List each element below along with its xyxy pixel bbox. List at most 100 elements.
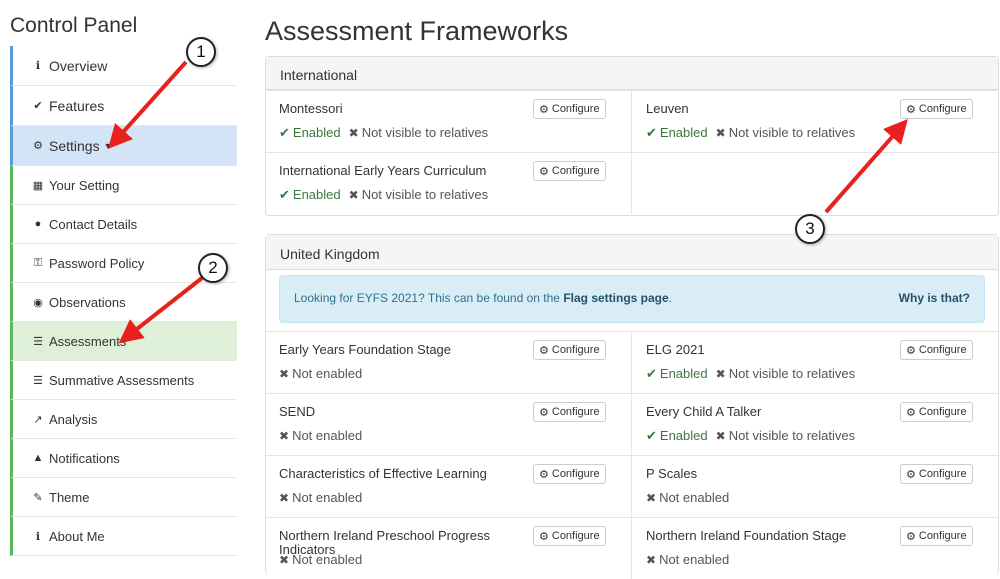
gear-icon: ⚙ (33, 140, 43, 152)
sidebar-item-your-setting[interactable]: ▦ Your Setting (10, 166, 237, 205)
not-visible-status: ✖ Not visible to relatives (715, 366, 856, 381)
framework-send: SEND ⚙ Configure ✖ Not enabled (266, 394, 632, 455)
not-visible-status: ✖ Not visible to relatives (715, 125, 856, 140)
sidebar-item-analysis[interactable]: ↗ Analysis (10, 400, 237, 439)
caret-down-icon: ▼ (103, 140, 113, 151)
check-icon: ✔ (646, 428, 657, 443)
sidebar-item-features[interactable]: ✔ Features (10, 86, 237, 126)
empty-cell (632, 153, 998, 214)
cross-icon: ✖ (348, 126, 359, 140)
framework-name: Characteristics of Effective Learning (279, 466, 487, 481)
check-icon: ✔ (33, 100, 43, 112)
framework-row: SEND ⚙ Configure ✖ Not enabled Every Child A… (266, 393, 998, 455)
configure-button[interactable]: ⚙ Configure (900, 402, 973, 422)
key-icon: ⚿ (33, 256, 43, 269)
list-icon: ☰ (33, 374, 43, 387)
framework-p-scales: P Scales ⚙ Configure ✖ Not enabled (632, 456, 998, 517)
gear-icon: ⚙ (906, 103, 916, 116)
framework-name: Early Years Foundation Stage (279, 342, 452, 357)
brush-icon: ✎ (33, 491, 43, 504)
cross-icon: ✖ (715, 126, 726, 140)
sidebar-item-summative-assessments[interactable]: ☰ Summative Assessments (10, 361, 237, 400)
not-enabled-status: ✖ Not enabled (279, 552, 363, 567)
list-icon: ☰ (33, 335, 43, 348)
framework-montessori: Montessori ⚙ Configure ✔ Enabled ✖ Not visible… (266, 91, 632, 152)
flag-settings-link[interactable]: Flag settings page (563, 291, 668, 305)
info-icon: ℹ (35, 60, 41, 72)
gear-icon: ⚙ (906, 530, 916, 543)
control-panel-title: Control Panel (10, 14, 138, 37)
sidebar-item-settings[interactable]: ⚙ Settings ▼ (10, 126, 237, 166)
enabled-status: ✔ Enabled (279, 187, 341, 202)
framework-northern-ireland-preschool-progress-indicators: Northern Ireland Preschool Progress Indi… (266, 518, 632, 579)
eyfs-info-alert: Looking for EYFS 2021? This can be found… (279, 275, 985, 323)
speech-bubble-icon: ● (34, 218, 42, 230)
framework-early-years-foundation-stage: Early Years Foundation Stage ⚙ Configure ✖ N… (266, 332, 632, 393)
sidebar-item-assessments[interactable]: ☰ Assessments (10, 322, 237, 361)
configure-button[interactable]: ⚙ Configure (900, 464, 973, 484)
framework-row: International Early Years Curriculum ⚙ Con… (266, 152, 998, 214)
gear-icon: ⚙ (539, 406, 549, 419)
not-enabled-status: ✖ Not enabled (279, 490, 363, 505)
page-title: Assessment Frameworks (265, 16, 569, 46)
framework-status: ✔ Enabled ✖ Not visible to relatives (279, 125, 488, 141)
annotation-badge-1: 1 (186, 37, 216, 67)
eye-icon: ◉ (33, 296, 43, 309)
sidebar-item-observations[interactable]: ◉ Observations (10, 283, 237, 322)
framework-leuven: Leuven ⚙ Configure ✔ Enabled ✖ Not visible to … (632, 91, 998, 152)
framework-name: ELG 2021 (646, 342, 705, 357)
cross-icon: ✖ (715, 429, 726, 443)
annotation-badge-2: 2 (198, 253, 228, 283)
sidebar-item-theme[interactable]: ✎ Theme (10, 478, 237, 517)
annotation-badge-3: 3 (795, 214, 825, 244)
check-icon: ✔ (646, 125, 657, 140)
framework-international-early-years-curriculum: International Early Years Curriculum ⚙ Con… (266, 153, 632, 214)
not-enabled-status: ✖ Not enabled (279, 366, 363, 381)
international-panel: International Montessori ⚙ Configure ✔ Enabl… (265, 56, 999, 216)
framework-characteristics-of-effective-learning: Characteristics of Effective Learning ⚙ Co… (266, 456, 632, 517)
configure-button[interactable]: ⚙ Configure (533, 340, 606, 360)
configure-button[interactable]: ⚙ Configure (900, 526, 973, 546)
framework-name: Every Child A Talker (646, 404, 762, 419)
enabled-status: ✔ Enabled (646, 125, 708, 140)
united-kingdom-panel: United Kingdom Looking for EYFS 2021? Th… (265, 234, 999, 579)
gear-icon: ⚙ (906, 468, 916, 481)
framework-status: ✔ Enabled ✖ Not visible to relatives (646, 428, 855, 444)
enabled-status: ✔ Enabled (646, 428, 708, 443)
check-icon: ✔ (279, 125, 290, 140)
not-enabled-status: ✖ Not enabled (646, 552, 730, 567)
configure-button[interactable]: ⚙ Configure (533, 161, 606, 181)
bell-icon: ▲ (32, 452, 44, 464)
gear-icon: ⚙ (539, 165, 549, 178)
framework-status: ✔ Enabled ✖ Not visible to relatives (646, 125, 855, 141)
gear-icon: ⚙ (539, 103, 549, 116)
why-is-that-link[interactable]: Why is that? (899, 291, 970, 305)
framework-name: SEND (279, 404, 316, 419)
not-enabled-status: ✖ Not enabled (646, 490, 730, 505)
configure-button[interactable]: ⚙ Configure (533, 99, 606, 119)
building-icon: ▦ (32, 179, 44, 192)
cross-icon: ✖ (279, 553, 290, 567)
check-icon: ✔ (646, 366, 657, 381)
cross-icon: ✖ (279, 429, 290, 443)
framework-status: ✔ Enabled ✖ Not visible to relatives (646, 366, 855, 382)
cross-icon: ✖ (348, 188, 359, 202)
framework-row: Northern Ireland Preschool Progress Indi… (266, 517, 998, 579)
sidebar-item-contact-details[interactable]: ● Contact Details (10, 205, 237, 244)
cross-icon: ✖ (715, 367, 726, 381)
configure-button[interactable]: ⚙ Configure (900, 340, 973, 360)
framework-name: P Scales (646, 466, 698, 481)
not-enabled-status: ✖ Not enabled (279, 428, 363, 443)
enabled-status: ✔ Enabled (646, 366, 708, 381)
configure-button[interactable]: ⚙ Configure (533, 526, 606, 546)
cross-icon: ✖ (279, 367, 290, 381)
framework-northern-ireland-foundation-stage: Northern Ireland Foundation Stage ⚙ Config… (632, 518, 998, 579)
sidebar-item-notifications[interactable]: ▲ Notifications (10, 439, 237, 478)
configure-button[interactable]: ⚙ Configure (533, 464, 606, 484)
sidebar-item-about-me[interactable]: ℹ About Me (10, 517, 237, 556)
cross-icon: ✖ (646, 553, 657, 567)
configure-button[interactable]: ⚙ Configure (900, 99, 973, 119)
not-visible-status: ✖ Not visible to relatives (715, 428, 856, 443)
configure-button[interactable]: ⚙ Configure (533, 402, 606, 422)
framework-name: Northern Ireland Foundation Stage (646, 528, 847, 543)
